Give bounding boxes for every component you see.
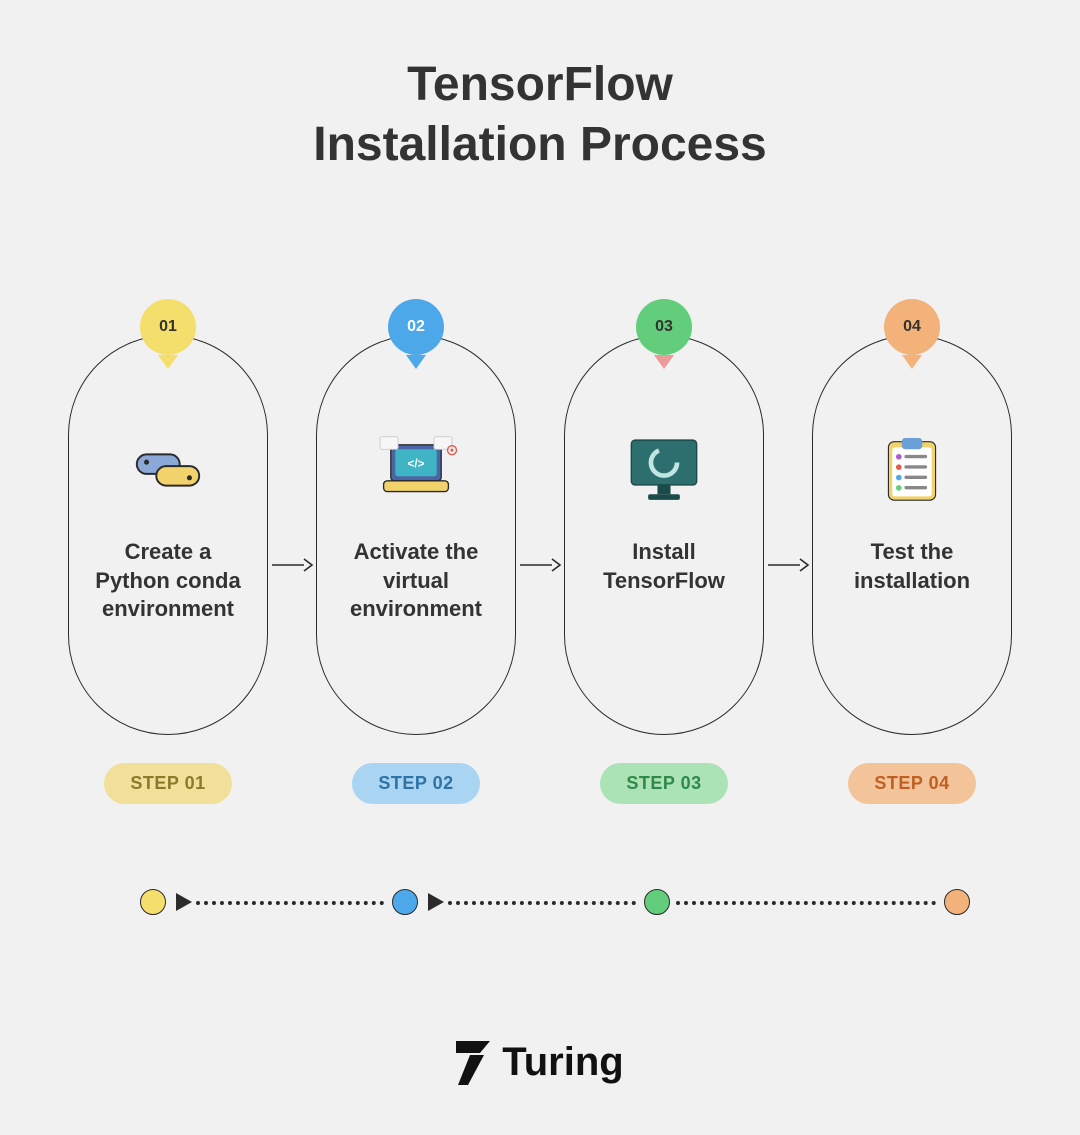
step-capsule-2: </> Activate the virtual environment [316, 335, 516, 735]
timeline-connector-3 [676, 901, 936, 905]
step-pill-2: STEP 02 [352, 763, 479, 804]
step-pill-3: STEP 03 [600, 763, 727, 804]
step-badge-3: 03 [636, 299, 692, 355]
step-4: 04 Test the installation STEP 04 [812, 335, 1012, 804]
brand-name: Turing [502, 1040, 623, 1085]
step-label-1: Create a Python conda environment [69, 538, 267, 624]
step-number-2: 02 [407, 318, 425, 336]
timeline-connector-2 [448, 901, 636, 905]
steps-row: 01 Create a Python conda environment STE… [0, 335, 1080, 804]
step-badge-1: 01 [140, 299, 196, 355]
timeline-dot-1 [140, 889, 166, 915]
step-number-4: 04 [903, 318, 921, 336]
laptop-code-icon: </> [371, 430, 461, 510]
checklist-icon [867, 430, 957, 510]
diagram-title: TensorFlow Installation Process [0, 55, 1080, 175]
step-number-3: 03 [655, 318, 673, 336]
timeline-dot-3 [644, 889, 670, 915]
arrow-3 [766, 555, 810, 575]
step-label-4: Test the installation [813, 538, 1011, 595]
step-1: 01 Create a Python conda environment STE… [68, 335, 268, 804]
step-capsule-4: Test the installation [812, 335, 1012, 735]
monitor-progress-icon [619, 430, 709, 510]
timeline-arrowhead-2 [428, 893, 444, 911]
arrow-2 [518, 555, 562, 575]
brand: Turing [0, 1040, 1080, 1085]
step-label-3: Install TensorFlow [565, 538, 763, 595]
timeline [140, 887, 980, 917]
timeline-dot-2 [392, 889, 418, 915]
step-capsule-1: Create a Python conda environment [68, 335, 268, 735]
step-2: 02 </> Activate the virtual environment … [316, 335, 516, 804]
timeline-connector-1 [196, 901, 384, 905]
step-pill-4: STEP 04 [848, 763, 975, 804]
step-badge-2: 02 [388, 299, 444, 355]
step-badge-4: 04 [884, 299, 940, 355]
timeline-dot-4 [944, 889, 970, 915]
step-number-1: 01 [159, 318, 177, 336]
brand-logo-icon [456, 1041, 490, 1085]
svg-text:</>: </> [408, 457, 425, 470]
title-line-2: Installation Process [313, 118, 767, 171]
arrow-1 [270, 555, 314, 575]
title-line-1: TensorFlow [407, 58, 673, 111]
step-3: 03 Install TensorFlow STEP 03 [564, 335, 764, 804]
step-pill-1: STEP 01 [104, 763, 231, 804]
timeline-arrowhead-1 [176, 893, 192, 911]
python-icon [123, 430, 213, 510]
step-label-2: Activate the virtual environment [317, 538, 515, 624]
step-capsule-3: Install TensorFlow [564, 335, 764, 735]
